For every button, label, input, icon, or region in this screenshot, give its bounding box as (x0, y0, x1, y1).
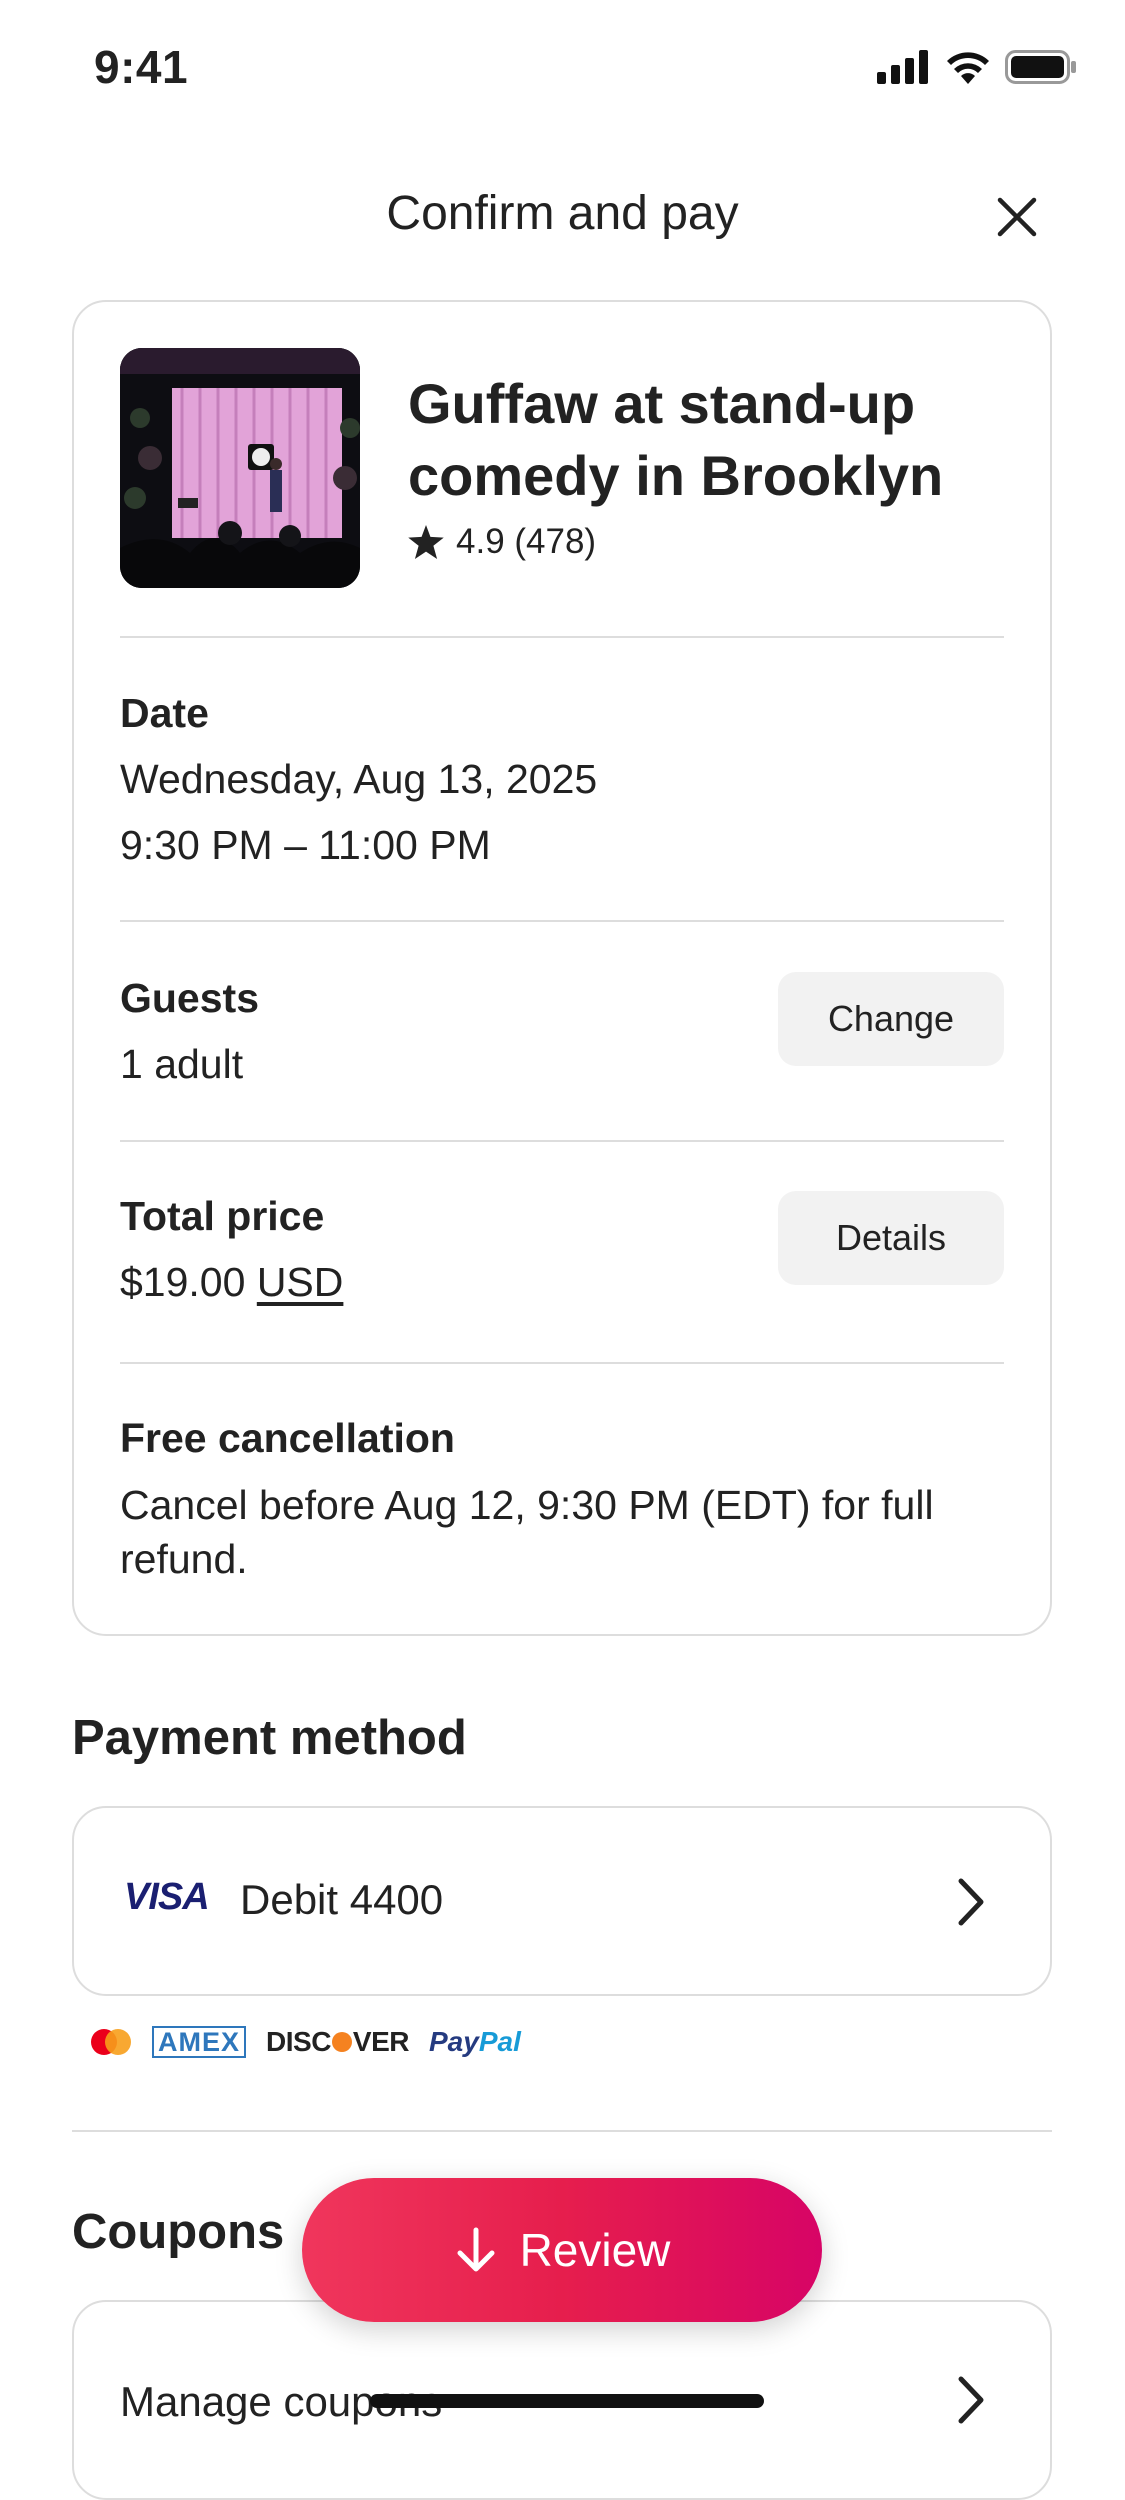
home-indicator[interactable] (370, 2394, 764, 2408)
discover-logo-part1: DISC (266, 2026, 331, 2057)
paypal-logo-part1: Pay (429, 2026, 479, 2057)
review-button[interactable]: Review (302, 2178, 822, 2322)
change-guests-button[interactable]: Change (778, 972, 1004, 1066)
chevron-right-icon[interactable] (956, 2374, 986, 2426)
visa-logo: VISA (124, 1876, 210, 1918)
experience-title: Guffaw at stand-up comedy in Brooklyn (408, 372, 944, 507)
discover-dot-icon (331, 2032, 352, 2052)
paypal-logo: PayPal (429, 2026, 521, 2058)
divider (120, 636, 1004, 638)
payment-method-heading: Payment method (72, 1711, 467, 1765)
free-cancellation-label: Free cancellation (120, 1415, 455, 1461)
listing-thumbnail[interactable] (120, 348, 360, 588)
rating-value: 4.9 (478) (456, 522, 597, 561)
paypal-logo-part2: Pal (478, 2026, 521, 2057)
divider (72, 2130, 1052, 2132)
discover-logo: DISC VER (266, 2026, 409, 2058)
price-amount: $19.00 (120, 1259, 246, 1305)
page-title: Confirm and pay (386, 187, 739, 240)
cellular-signal-icon (877, 50, 928, 84)
date-label: Date (120, 690, 209, 736)
date-value: Wednesday, Aug 13, 2025 (120, 756, 598, 802)
arrow-down-icon (457, 2227, 495, 2272)
star-icon (408, 525, 444, 559)
cancellation-policy-text: Cancel before Aug 12, 9:30 PM (EDT) for … (120, 1482, 934, 1582)
battery-icon (1005, 50, 1076, 84)
accepted-payment-brands: AMEX DISC VER PayPal (90, 2026, 521, 2058)
comedy-stage-image (120, 348, 360, 588)
total-price-value: $19.00 USD (120, 1259, 343, 1306)
rating: 4.9 (478) (408, 522, 596, 562)
amex-logo: AMEX (152, 2026, 247, 2058)
mastercard-icon (91, 2029, 131, 2055)
price-details-button[interactable]: Details (778, 1191, 1004, 1285)
chevron-right-icon[interactable] (956, 1876, 986, 1928)
guests-value: 1 adult (120, 1041, 244, 1087)
wifi-icon (947, 52, 989, 84)
currency-link[interactable]: USD (257, 1259, 344, 1305)
status-time: 9:41 (94, 41, 189, 93)
divider (120, 1362, 1004, 1364)
discover-logo-part2: VER (352, 2026, 410, 2057)
total-price-label: Total price (120, 1193, 325, 1239)
close-icon[interactable] (990, 190, 1044, 244)
card-label: Debit 4400 (240, 1876, 444, 1923)
divider (120, 1140, 1004, 1142)
time-value: 9:30 PM – 11:00 PM (120, 822, 491, 868)
coupons-heading: Coupons (72, 2205, 285, 2259)
status-icons (877, 50, 1077, 84)
guests-label: Guests (120, 975, 259, 1021)
review-button-label: Review (519, 2224, 671, 2276)
divider (120, 920, 1004, 922)
payment-method-selector[interactable] (72, 1806, 1052, 1996)
